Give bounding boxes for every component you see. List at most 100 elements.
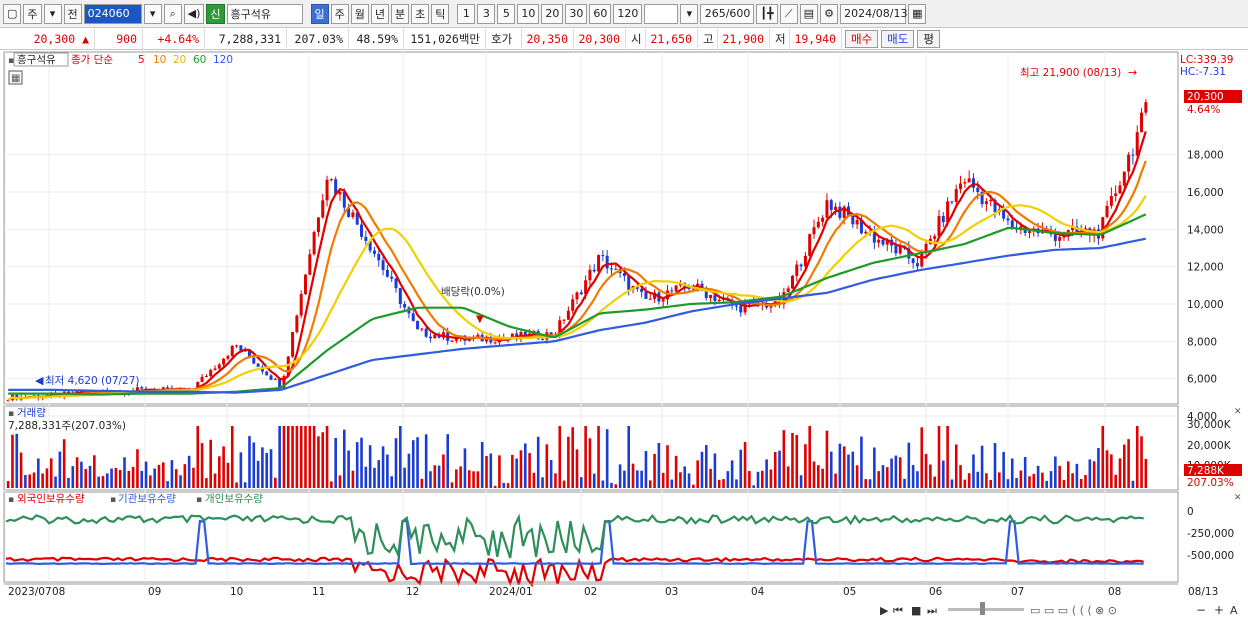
- candle-body: [1118, 185, 1122, 194]
- interval-10[interactable]: 10: [517, 3, 540, 24]
- candle-body: [790, 275, 794, 289]
- volume-bar: [179, 475, 182, 488]
- candle-body: [640, 288, 644, 292]
- price-tag: 20,300: [1187, 91, 1224, 103]
- code-input[interactable]: 024060: [83, 3, 142, 24]
- period-day[interactable]: 일: [310, 3, 329, 24]
- chart-area: ▪ 흥구석유 종가 단순 5 10 20 60 120 ▦ 최고 21,900 …: [0, 50, 1248, 621]
- count-input[interactable]: 265/600: [700, 3, 755, 24]
- interval-custom-input[interactable]: [644, 3, 679, 24]
- period-tick[interactable]: 틱: [431, 3, 450, 24]
- volume-bar: [196, 426, 200, 488]
- period-month[interactable]: 월: [350, 3, 369, 24]
- search-icon[interactable]: ⌕: [163, 3, 182, 24]
- volume-bar: [829, 451, 833, 488]
- interval-20[interactable]: 20: [541, 3, 564, 24]
- buy-button[interactable]: 매수: [845, 29, 879, 48]
- draw-tool-icon[interactable]: ⟋: [779, 3, 798, 24]
- volume-bar: [6, 481, 10, 488]
- volume-bar: [541, 477, 544, 488]
- holding-close-icon[interactable]: ✕: [1234, 493, 1242, 503]
- eval-button[interactable]: 평: [917, 29, 940, 48]
- volume-close-icon[interactable]: ✕: [1234, 407, 1242, 417]
- date-input[interactable]: 2024/08/13: [840, 3, 907, 24]
- volume-bar: [946, 426, 949, 488]
- gear-icon[interactable]: ⚙: [820, 3, 839, 24]
- candle-body: [734, 305, 738, 307]
- volume-bar: [916, 471, 919, 488]
- zoom-slider[interactable]: [948, 608, 1024, 611]
- window-icon[interactable]: ▢: [3, 3, 22, 24]
- market-select[interactable]: 주: [23, 3, 42, 24]
- save-icon[interactable]: ▤: [799, 3, 819, 24]
- period-second[interactable]: 초: [411, 3, 430, 24]
- dividend-arrow-icon: ▼: [476, 314, 484, 325]
- code-dropdown-icon[interactable]: ▾: [143, 3, 162, 24]
- volume-bar: [243, 482, 247, 488]
- speaker-icon[interactable]: ◀): [183, 3, 205, 24]
- volume-bar: [1127, 439, 1130, 488]
- volume-bar: [166, 481, 169, 488]
- interval-5[interactable]: 5: [497, 3, 516, 24]
- candle-icon[interactable]: ┃╋: [756, 3, 778, 24]
- stop-icon[interactable]: ■: [911, 604, 921, 617]
- candle-body: [915, 263, 919, 267]
- auto-icon[interactable]: A: [1230, 604, 1238, 617]
- volume-bar: [929, 464, 932, 488]
- volume-bar: [136, 449, 139, 488]
- prev-button[interactable]: 전: [63, 3, 82, 24]
- first-page-icon[interactable]: ⏮: [893, 604, 903, 617]
- volume-bar: [373, 467, 376, 488]
- calendar-icon[interactable]: ▦: [908, 3, 927, 24]
- volume-bar: [558, 426, 562, 488]
- candle-body: [304, 274, 308, 294]
- volume-bar: [907, 442, 911, 488]
- volume-bar: [963, 479, 967, 488]
- candle-body: [398, 288, 402, 304]
- volume-bar: [110, 468, 113, 488]
- volume-menu-icon[interactable]: ▪: [8, 409, 14, 419]
- interval-1[interactable]: 1: [457, 3, 476, 24]
- volume-bar: [450, 482, 454, 488]
- candle-body: [269, 375, 273, 380]
- next-page-icon[interactable]: ⏭: [927, 604, 937, 617]
- volume-bar: [605, 429, 609, 488]
- trade-amount: 151,026백만: [404, 27, 486, 50]
- interval-30[interactable]: 30: [565, 3, 588, 24]
- tool-icons[interactable]: ▭ ▭ ▭ ⟨ ⟨ ⟨ ⊗ ⊙: [1030, 604, 1117, 617]
- bid-price-1: 20,350: [522, 27, 574, 50]
- volume-bar: [230, 426, 234, 488]
- volume-bar: [683, 466, 687, 488]
- period-year[interactable]: 년: [370, 3, 390, 24]
- candle-body: [579, 292, 583, 295]
- stock-name-field[interactable]: 흥구석유: [226, 3, 303, 24]
- holding-menu-icon[interactable]: ▪: [8, 495, 14, 505]
- interval-60[interactable]: 60: [589, 3, 612, 24]
- sell-button[interactable]: 매도: [881, 29, 915, 48]
- period-minute[interactable]: 분: [391, 3, 410, 24]
- volume-bar: [821, 468, 824, 488]
- interval-120[interactable]: 120: [613, 3, 643, 24]
- menu-dot-icon[interactable]: ▪: [8, 56, 14, 66]
- volume: 7,288,331: [205, 27, 287, 50]
- volume-bar: [192, 467, 195, 488]
- zoom-in-icon[interactable]: +: [1214, 603, 1224, 617]
- volume-bar: [114, 467, 118, 488]
- volume-bar: [993, 443, 997, 488]
- scroll-right-icon[interactable]: ▶: [880, 604, 889, 617]
- volume-bar: [1114, 474, 1117, 488]
- zoom-slider-thumb[interactable]: [980, 602, 985, 615]
- market-dropdown-icon[interactable]: ▾: [43, 3, 62, 24]
- volume-bar: [864, 479, 868, 488]
- interval-3[interactable]: 3: [477, 3, 496, 24]
- interval-dropdown-icon[interactable]: ▾: [680, 3, 699, 24]
- candle-body: [1053, 234, 1057, 241]
- period-week[interactable]: 주: [330, 3, 349, 24]
- volume-bar: [890, 458, 893, 488]
- stock-chart[interactable]: ▪ 흥구석유 종가 단순 5 10 20 60 120 ▦ 최고 21,900 …: [0, 50, 1248, 621]
- candle-body: [984, 201, 988, 205]
- candle-body: [381, 260, 385, 270]
- volume-bar: [97, 476, 100, 488]
- zoom-out-icon[interactable]: −: [1196, 603, 1206, 617]
- volume-bar: [295, 426, 299, 488]
